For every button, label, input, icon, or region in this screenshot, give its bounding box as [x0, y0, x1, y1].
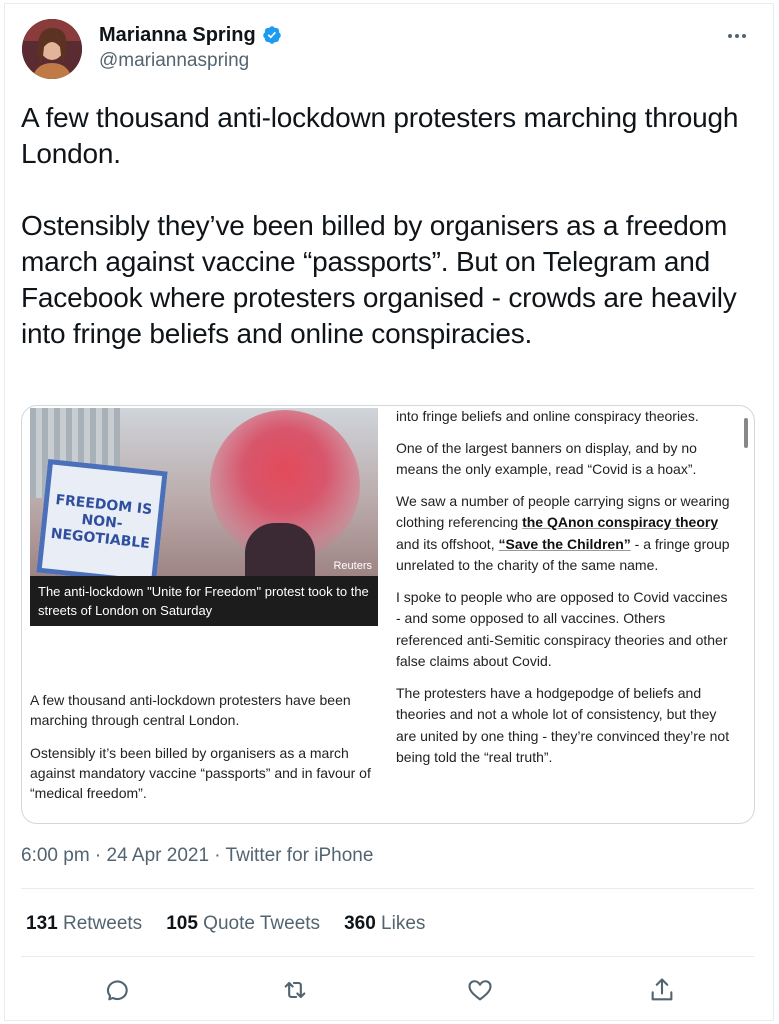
engagement-stats: 131 Retweets 105 Quote Tweets 360 Likes — [26, 912, 449, 936]
like-button[interactable] — [466, 976, 494, 1004]
retweets-count: 131 — [26, 913, 58, 934]
retweet-button[interactable] — [281, 976, 309, 1004]
more-options-button[interactable] — [724, 26, 750, 46]
protester-figure-image — [245, 523, 315, 578]
verified-badge-icon — [262, 26, 281, 44]
tweet-paragraph: Ostensibly they’ve been billed by organi… — [21, 210, 737, 349]
article-paragraph: We saw a number of people carrying signs… — [396, 491, 736, 577]
article-left-column: A few thousand anti-lockdown protesters … — [30, 690, 378, 816]
protest-photo: FREEDOM IS NON- NEGOTIABLE Reuters The a… — [30, 408, 378, 626]
retweets-stat[interactable]: 131 Retweets — [26, 912, 142, 936]
divider — [21, 956, 754, 957]
article-paragraph: Ostensibly it’s been billed by organiser… — [30, 745, 371, 801]
share-icon — [651, 978, 673, 1001]
save-the-children-link: “Save the Children” — [498, 535, 631, 552]
action-bar — [0, 972, 779, 1008]
divider — [21, 888, 754, 889]
quote-tweets-count: 105 — [166, 913, 198, 934]
reply-button[interactable] — [100, 976, 128, 1004]
like-icon — [468, 980, 492, 1001]
quote-tweets-label: Quote Tweets — [203, 913, 321, 934]
photo-caption: The anti-lockdown "Unite for Freedom" pr… — [38, 584, 369, 618]
more-dot-icon — [735, 34, 739, 38]
tweet-paragraph: A few thousand anti-lockdown protesters … — [21, 102, 739, 169]
likes-label: Likes — [381, 913, 426, 934]
qanon-link: the QAnon conspiracy theory — [522, 514, 719, 530]
article-paragraph: The protesters have a hodgepodge of beli… — [396, 684, 730, 766]
photo-credit: Reuters — [333, 560, 372, 572]
more-dot-icon — [728, 34, 732, 38]
tweet-text: A few thousand anti-lockdown protesters … — [21, 100, 741, 352]
tweet-timestamp[interactable]: 6:00 pm · 24 Apr 2021 · Twitter for iPho… — [21, 844, 373, 868]
article-text: and its offshoot, — [396, 535, 499, 552]
author-handle[interactable]: @mariannaspring — [99, 49, 282, 73]
share-button[interactable] — [648, 976, 676, 1004]
likes-stat[interactable]: 360 Likes — [344, 912, 425, 936]
retweets-label: Retweets — [62, 913, 143, 934]
article-paragraph: I spoke to people who are opposed to Cov… — [396, 588, 728, 670]
scrollbar — [744, 418, 748, 448]
article-right-column: into fringe beliefs and online conspirac… — [396, 406, 736, 779]
media-card[interactable]: FREEDOM IS NON- NEGOTIABLE Reuters The a… — [21, 405, 755, 824]
avatar[interactable] — [22, 19, 82, 79]
author-block: Marianna Spring @mariannaspring — [99, 23, 282, 73]
article-paragraph: A few thousand anti-lockdown protesters … — [30, 692, 351, 728]
retweet-icon — [284, 981, 306, 999]
author-name[interactable]: Marianna Spring — [99, 23, 256, 47]
protest-sign: FREEDOM IS NON- NEGOTIABLE — [36, 459, 168, 585]
author-name-row[interactable]: Marianna Spring — [99, 23, 282, 47]
avatar-image — [22, 19, 82, 79]
more-dot-icon — [742, 34, 746, 38]
photo-caption-bar: The anti-lockdown "Unite for Freedom" pr… — [30, 576, 378, 626]
article-paragraph: into fringe beliefs and online conspirac… — [396, 408, 699, 424]
likes-count: 360 — [344, 913, 376, 934]
quote-tweets-stat[interactable]: 105 Quote Tweets — [166, 912, 320, 936]
article-paragraph: One of the largest banners on display, a… — [396, 439, 697, 478]
reply-icon — [107, 980, 128, 1001]
